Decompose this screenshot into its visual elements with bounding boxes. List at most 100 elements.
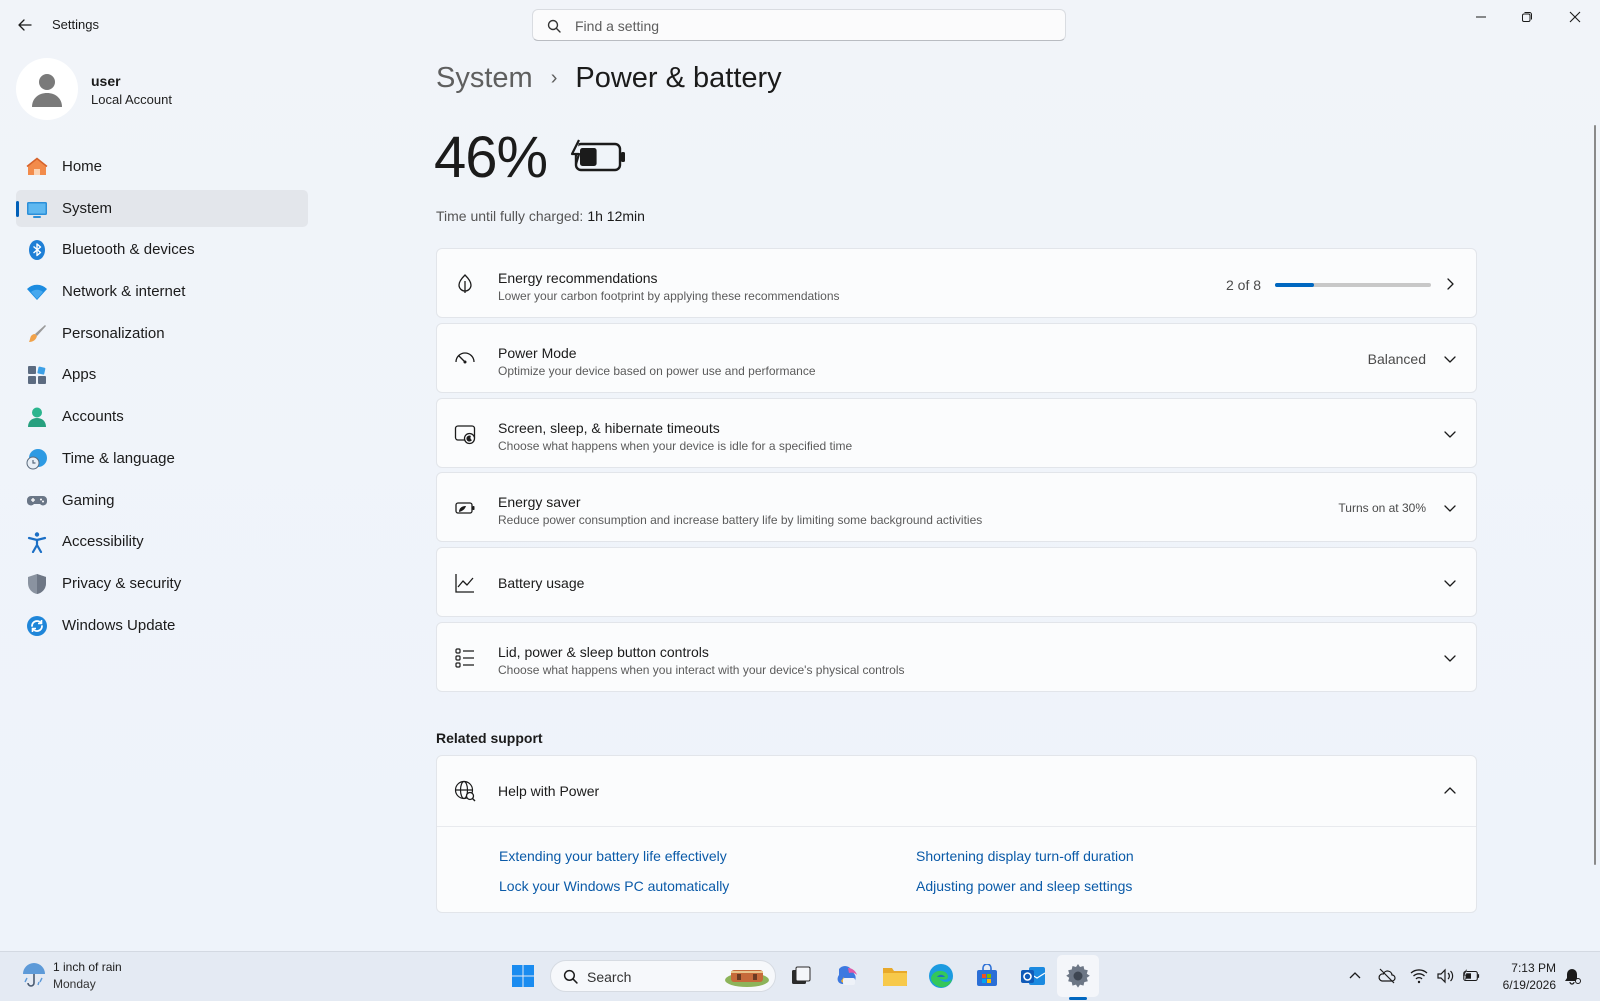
- breadcrumb-parent-system[interactable]: System: [436, 62, 533, 95]
- sidebar-item-privacy[interactable]: Privacy & security: [16, 565, 308, 602]
- volume-tray-button[interactable]: [1436, 967, 1454, 985]
- sidebar-item-time-language[interactable]: Time & language: [16, 440, 308, 477]
- chevron-down-icon[interactable]: [1442, 650, 1458, 666]
- battery-percentage: 46%: [434, 125, 548, 190]
- energy-saver-card[interactable]: Energy saver Reduce power consumption an…: [436, 472, 1477, 542]
- card-description: Optimize your device based on power use …: [498, 364, 816, 378]
- battery-usage-card[interactable]: Battery usage: [436, 547, 1477, 617]
- app-title: Settings: [52, 17, 99, 32]
- chevron-down-icon[interactable]: [1442, 500, 1458, 516]
- help-link-shortening-display[interactable]: Shortening display turn-off duration: [916, 848, 1134, 864]
- clock-date: 6/19/2026: [1502, 978, 1556, 992]
- settings-search-box[interactable]: [532, 9, 1066, 41]
- chevron-down-icon[interactable]: [1442, 351, 1458, 367]
- close-button[interactable]: [1552, 4, 1598, 30]
- back-button[interactable]: [14, 14, 36, 36]
- restore-icon: [1522, 12, 1532, 22]
- restore-button[interactable]: [1504, 4, 1550, 30]
- store-icon: [977, 964, 997, 986]
- microsoft-store-button[interactable]: [972, 961, 1002, 991]
- sidebar-item-accessibility[interactable]: Accessibility: [16, 523, 308, 560]
- onedrive-tray-button[interactable]: [1378, 967, 1396, 985]
- energy-saver-threshold: Turns on at 30%: [1338, 501, 1426, 515]
- card-title: Lid, power & sleep button controls: [498, 644, 709, 660]
- battery-tray-button[interactable]: [1462, 967, 1480, 985]
- card-title: Screen, sleep, & hibernate timeouts: [498, 420, 720, 436]
- sidebar-item-bluetooth[interactable]: Bluetooth & devices: [16, 231, 308, 268]
- globe-search-icon: [454, 780, 476, 802]
- outlook-icon: [1021, 967, 1046, 985]
- leaf-icon: [458, 274, 472, 293]
- title-bar: Settings: [0, 0, 1600, 50]
- card-title: Power Mode: [498, 345, 577, 361]
- chevron-down-icon[interactable]: [1442, 575, 1458, 591]
- wifi-icon: [1410, 969, 1428, 984]
- sidebar-item-network[interactable]: Network & internet: [16, 273, 308, 310]
- energy-recommendations-card[interactable]: Energy recommendations Lower your carbon…: [436, 248, 1477, 318]
- charge-time-label: Time until fully charged:: [436, 208, 584, 224]
- sidebar-item-apps[interactable]: Apps: [16, 356, 308, 393]
- clock-time: 7:13 PM: [1511, 961, 1556, 975]
- sidebar-item-label: Personalization: [62, 324, 165, 342]
- bell-icon: [1565, 969, 1581, 985]
- minimize-button[interactable]: [1458, 4, 1504, 30]
- help-link-lock-pc[interactable]: Lock your Windows PC automatically: [499, 878, 729, 894]
- task-view-button[interactable]: [786, 961, 816, 991]
- help-with-power-header[interactable]: Help with Power: [437, 756, 1476, 827]
- sidebar-item-windows-update[interactable]: Windows Update: [16, 607, 308, 644]
- file-explorer-button[interactable]: [880, 961, 910, 991]
- accessibility-icon: [27, 532, 47, 554]
- search-input[interactable]: [573, 15, 1047, 37]
- wifi-icon: [27, 284, 47, 301]
- taskbar-search-label: Search: [587, 969, 632, 985]
- sidebar-item-label: Gaming: [62, 491, 115, 509]
- screen-sleep-icon: [454, 425, 476, 445]
- settings-app-button[interactable]: [1063, 961, 1093, 991]
- power-mode-card[interactable]: Power Mode Optimize your device based on…: [436, 323, 1477, 393]
- taskbar-search[interactable]: Search: [550, 960, 776, 992]
- sidebar-item-gaming[interactable]: Gaming: [16, 482, 308, 519]
- copilot-m365-button[interactable]: [833, 961, 863, 991]
- weather-day: Monday: [53, 977, 96, 991]
- line-chart-icon: [455, 574, 474, 593]
- edge-browser-button[interactable]: [926, 961, 956, 991]
- scrollbar[interactable]: [1594, 125, 1596, 865]
- rain-umbrella-icon: [23, 963, 45, 987]
- breadcrumb-separator: ›: [550, 66, 558, 89]
- chevron-up-icon[interactable]: [1442, 783, 1458, 799]
- notifications-button[interactable]: [1563, 967, 1581, 985]
- card-description: Choose what happens when you interact wi…: [498, 663, 905, 677]
- sidebar-item-home[interactable]: Home: [16, 148, 308, 185]
- close-icon: [1569, 11, 1581, 23]
- sidebar-item-label: Bluetooth & devices: [62, 241, 195, 259]
- chevron-down-icon[interactable]: [1442, 426, 1458, 442]
- network-tray-button[interactable]: [1410, 967, 1428, 985]
- sidebar-item-accounts[interactable]: Accounts: [16, 398, 308, 435]
- update-icon: [27, 615, 47, 636]
- card-title: Energy saver: [498, 494, 581, 510]
- related-support-heading: Related support: [436, 730, 543, 746]
- sidebar-nav: Home System Bluetooth & devices Network …: [16, 148, 308, 648]
- profile-name: user: [91, 73, 121, 89]
- battery-charging-icon: [1463, 969, 1480, 982]
- screen-sleep-timeouts-card[interactable]: Screen, sleep, & hibernate timeouts Choo…: [436, 398, 1477, 468]
- help-link-extending-battery[interactable]: Extending your battery life effectively: [499, 848, 727, 864]
- charge-time: Time until fully charged: 1h 12min: [436, 208, 645, 224]
- sidebar-item-personalization[interactable]: Personalization: [16, 315, 308, 352]
- show-hidden-icons-button[interactable]: [1346, 967, 1364, 985]
- weather-text: 1 inch of rain: [53, 960, 122, 974]
- sidebar-item-label: Windows Update: [62, 616, 176, 634]
- power-mode-dropdown-value[interactable]: Balanced: [1368, 351, 1426, 367]
- help-with-power-card: Help with Power Extending your battery l…: [436, 755, 1477, 913]
- bluetooth-icon: [29, 240, 45, 261]
- settings-window: Settings user Local Account Home Syst: [0, 0, 1600, 951]
- page-title: Power & battery: [575, 61, 782, 94]
- lid-power-button-card[interactable]: Lid, power & sleep button controls Choos…: [436, 622, 1477, 692]
- help-link-adjusting-power[interactable]: Adjusting power and sleep settings: [916, 878, 1132, 894]
- outlook-button[interactable]: [1018, 961, 1048, 991]
- person-icon: [28, 407, 46, 428]
- card-description: Lower your carbon footprint by applying …: [498, 289, 840, 303]
- start-button[interactable]: [508, 961, 538, 991]
- sidebar-item-system[interactable]: System: [16, 189, 308, 227]
- user-profile[interactable]: user Local Account: [16, 58, 316, 122]
